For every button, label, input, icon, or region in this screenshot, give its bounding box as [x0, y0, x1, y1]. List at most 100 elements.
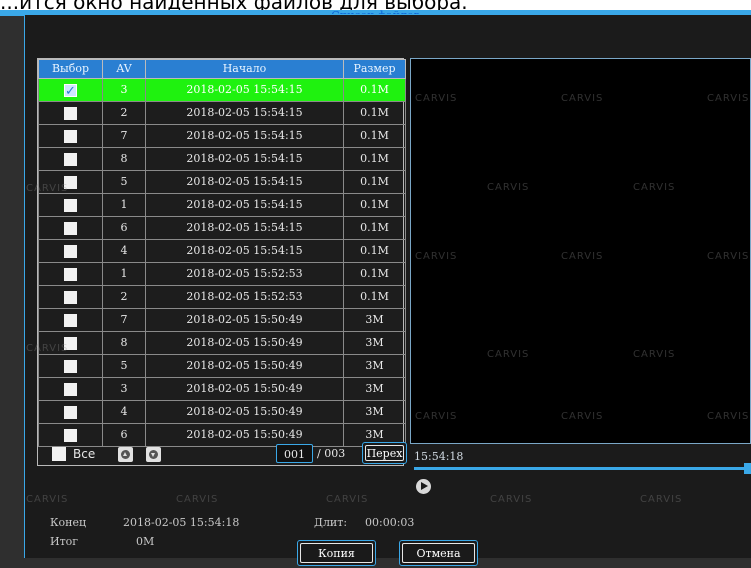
row-select-cell[interactable] [38, 239, 103, 263]
checkbox-icon[interactable] [64, 106, 77, 120]
table-row[interactable]: 8 2018-02-05 15:54:15 0.1M [38, 147, 406, 171]
row-size-cell: 0.1M [343, 262, 406, 286]
column-header-av: AV [102, 59, 146, 79]
goto-page-label: Перех [365, 445, 404, 461]
table-row[interactable]: 7 2018-02-05 15:54:15 0.1M [38, 124, 406, 148]
table-row[interactable]: 4 2018-02-05 15:54:15 0.1M [38, 239, 406, 263]
table-row[interactable]: 4 2018-02-05 15:50:49 3M [38, 400, 406, 424]
row-start-cell: 2018-02-05 15:50:49 [145, 377, 344, 401]
copy-button-label: Копия [300, 543, 373, 563]
row-select-cell[interactable] [38, 308, 103, 332]
row-select-cell[interactable] [38, 78, 103, 103]
cancel-button[interactable]: Отмена [399, 540, 478, 566]
table-header-row: Выбор AV Начало Размер [38, 59, 406, 79]
total-value: 0M [136, 535, 155, 548]
row-select-cell[interactable] [38, 101, 103, 125]
row-size-cell: 0.1M [343, 216, 406, 240]
checkbox-icon[interactable] [64, 244, 77, 258]
checkbox-icon[interactable] [64, 152, 77, 166]
watermark: CARVIS [490, 494, 533, 505]
watermark: CARVIS [415, 411, 458, 422]
row-size-cell: 3M [343, 377, 406, 401]
table-row[interactable]: 8 2018-02-05 15:50:49 3M [38, 331, 406, 355]
watermark: CARVIS [707, 251, 750, 262]
watermark: CARVIS [26, 183, 69, 194]
row-start-cell: 2018-02-05 15:54:15 [145, 193, 344, 217]
duration-label: Длит: [314, 516, 348, 529]
row-size-cell: 0.1M [343, 170, 406, 194]
row-av-cell: 4 [102, 239, 146, 263]
row-select-cell[interactable] [38, 147, 103, 171]
cancel-button-label: Отмена [402, 543, 475, 563]
watermark: CARVIS [707, 411, 750, 422]
row-select-cell[interactable] [38, 423, 103, 447]
row-select-cell[interactable] [38, 262, 103, 286]
row-select-cell[interactable] [38, 193, 103, 217]
table-row[interactable]: 32018-02-05 15:54:150.1M [38, 78, 406, 103]
watermark: CARVIS [487, 182, 530, 193]
row-select-cell[interactable] [38, 400, 103, 424]
table-row[interactable]: 7 2018-02-05 15:50:49 3M [38, 308, 406, 332]
row-select-cell[interactable] [38, 377, 103, 401]
row-start-cell: 2018-02-05 15:50:49 [145, 423, 344, 447]
table-row[interactable]: 2 2018-02-05 15:54:15 0.1M [38, 101, 406, 125]
table-row[interactable]: 1 2018-02-05 15:54:15 0.1M [38, 193, 406, 217]
video-preview[interactable]: CARVIS CARVIS CARVIS CARVIS CARVIS CARVI… [410, 58, 751, 444]
row-av-cell: 7 [102, 308, 146, 332]
row-start-cell: 2018-02-05 15:50:49 [145, 354, 344, 378]
checkbox-icon[interactable] [64, 359, 77, 373]
row-select-cell[interactable] [38, 124, 103, 148]
select-all-label: Все [73, 447, 96, 461]
row-start-cell: 2018-02-05 15:50:49 [145, 308, 344, 332]
row-select-cell[interactable] [38, 285, 103, 309]
checkbox-icon[interactable] [64, 290, 77, 304]
checkbox-icon[interactable] [64, 129, 77, 143]
row-select-cell[interactable] [38, 354, 103, 378]
table-row[interactable]: 3 2018-02-05 15:50:49 3M [38, 377, 406, 401]
row-size-cell: 0.1M [343, 147, 406, 171]
page-number-input[interactable]: 001 [276, 444, 313, 463]
checkbox-icon[interactable] [64, 198, 77, 212]
row-start-cell: 2018-02-05 15:54:15 [145, 216, 344, 240]
checkbox-icon[interactable] [64, 382, 77, 396]
file-table-container: Выбор AV Начало Размер 32018-02-05 15:54… [37, 58, 406, 466]
checkbox-icon[interactable] [64, 221, 77, 235]
watermark: CARVIS [640, 494, 683, 505]
checkbox-icon[interactable] [64, 428, 77, 442]
copy-button[interactable]: Копия [297, 540, 376, 566]
watermark: CARVIS [707, 93, 750, 104]
table-row[interactable]: 1 2018-02-05 15:52:53 0.1M [38, 262, 406, 286]
checkbox-icon[interactable] [64, 313, 77, 327]
row-av-cell: 8 [102, 331, 146, 355]
row-start-cell: 2018-02-05 15:54:15 [145, 170, 344, 194]
checkbox-icon[interactable] [64, 81, 77, 103]
row-av-cell: 2 [102, 101, 146, 125]
table-row[interactable]: 5 2018-02-05 15:50:49 3M [38, 354, 406, 378]
watermark: CARVIS [415, 251, 458, 262]
arrow-up-icon [121, 450, 130, 459]
column-header-size: Размер [343, 59, 406, 79]
row-select-cell[interactable] [38, 216, 103, 240]
row-size-cell: 3M [343, 308, 406, 332]
table-row[interactable]: 6 2018-02-05 15:54:15 0.1M [38, 216, 406, 240]
page-total: / 003 [317, 447, 346, 460]
end-value: 2018-02-05 15:54:18 [123, 516, 240, 529]
row-start-cell: 2018-02-05 15:54:15 [145, 78, 344, 102]
table-row[interactable]: 2 2018-02-05 15:52:53 0.1M [38, 285, 406, 309]
table-row[interactable]: 5 2018-02-05 15:54:15 0.1M [38, 170, 406, 194]
playback-progress-handle[interactable] [744, 463, 751, 474]
goto-page-button[interactable]: Перех [362, 442, 407, 464]
row-av-cell: 2 [102, 285, 146, 309]
checkbox-icon[interactable] [64, 405, 77, 419]
play-icon[interactable] [416, 479, 431, 494]
select-all-checkbox[interactable] [52, 447, 66, 461]
row-av-cell: 4 [102, 400, 146, 424]
table-row[interactable]: 6 2018-02-05 15:50:49 3M [38, 423, 406, 447]
row-start-cell: 2018-02-05 15:50:49 [145, 331, 344, 355]
page-up-button[interactable] [118, 447, 133, 462]
row-start-cell: 2018-02-05 15:50:49 [145, 400, 344, 424]
page-down-button[interactable] [146, 447, 161, 462]
checkbox-icon[interactable] [64, 267, 77, 281]
row-av-cell: 5 [102, 170, 146, 194]
playback-progress-bar[interactable] [414, 467, 751, 470]
